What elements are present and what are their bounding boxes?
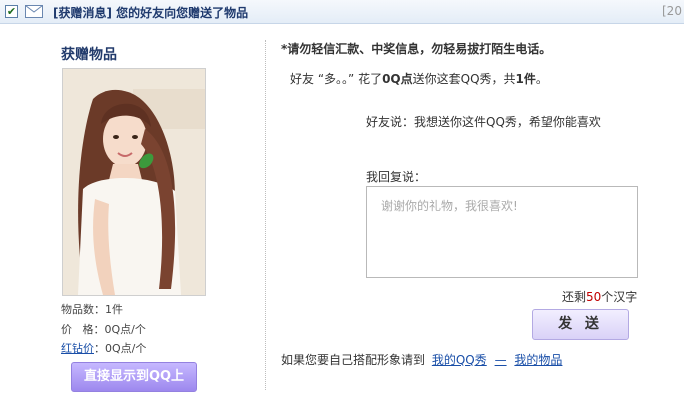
panel-divider [265, 40, 266, 390]
my-qqshow-link[interactable]: 我的QQ秀 [432, 353, 487, 367]
red-diamond-value: ：0Q点/个 [94, 342, 147, 355]
my-items-link[interactable]: 我的物品 [514, 353, 562, 367]
message-title: [获赠消息] 您的好友向您赠送了物品 [53, 6, 249, 20]
envelope-icon [25, 5, 43, 18]
footer-text: 如果您要自己搭配形象请到 [281, 353, 426, 367]
remaining-chars: 还剩50个汉字 [562, 288, 637, 305]
footer-separator[interactable]: — [495, 353, 507, 367]
summary-prefix: 好友 “多。。” 花了 [290, 72, 383, 86]
footer-note: 如果您要自己搭配形象请到 我的QQ秀 — 我的物品 [281, 351, 562, 368]
summary-count: 1件 [515, 72, 536, 86]
gift-summary: 好友 “多。。” 花了0Q点送你这套QQ秀，共1件。 [290, 70, 548, 87]
remaining-suffix: 个汉字 [601, 290, 638, 304]
summary-points: 0Q点 [382, 72, 413, 86]
send-button[interactable]: 发 送 [532, 309, 629, 340]
item-price: 价 格：0Q点/个 [61, 321, 146, 337]
show-on-qq-button[interactable]: 直接显示到QQ上 [71, 362, 197, 392]
select-checkbox[interactable]: ✔ [5, 5, 18, 18]
item-price-value: 0Q点/个 [104, 323, 146, 336]
reply-input[interactable] [366, 186, 638, 278]
remaining-count: 50 [586, 290, 602, 304]
reply-label: 我回复说： [366, 170, 427, 184]
summary-suffix: 。 [535, 72, 548, 86]
item-price-label: 价 格： [61, 323, 105, 336]
item-count: 物品数：1件 [61, 301, 123, 317]
remaining-prefix: 还剩 [562, 290, 587, 304]
fraud-warning: *请勿轻信汇款、中奖信息，勿轻易拔打陌生电话。 [281, 42, 552, 56]
friend-message: 好友说：我想送你这件QQ秀，希望你能喜欢 [366, 115, 601, 129]
red-diamond-price: 红钻价：0Q点/个 [61, 340, 146, 356]
message-header: ✔ [获赠消息] 您的好友向您赠送了物品 [20 [0, 0, 684, 24]
gift-title: 获赠物品 [61, 47, 117, 63]
gift-preview-image [62, 68, 206, 296]
item-count-label: 物品数： [61, 303, 105, 316]
message-date: [20 [662, 4, 682, 18]
summary-middle: 送你这套QQ秀，共 [412, 72, 516, 86]
gift-panel: 获赠物品 物品数：1件 价 格：0Q点/个 红钻价：0Q点/个 直接显示到QQ上 [0, 24, 265, 402]
red-diamond-link[interactable]: 红钻价 [61, 342, 94, 355]
item-count-value: 1件 [105, 303, 123, 316]
